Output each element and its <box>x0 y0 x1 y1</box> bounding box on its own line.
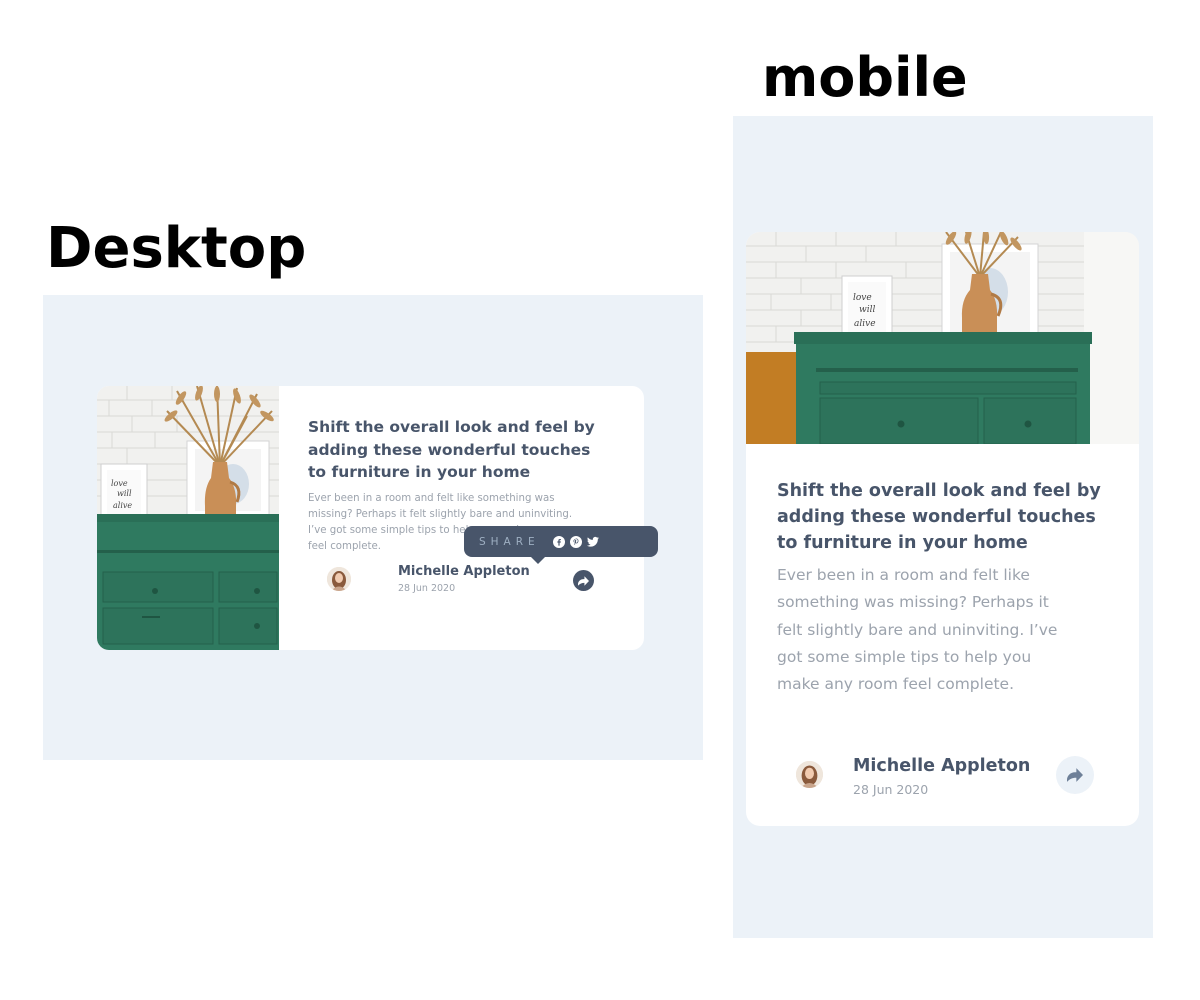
author-date: 28 Jun 2020 <box>398 583 456 594</box>
mobile-label: mobile <box>762 46 968 109</box>
svg-text:will: will <box>859 305 875 315</box>
author-name: Michelle Appleton <box>853 756 1031 776</box>
svg-text:alive: alive <box>854 319 876 329</box>
article-title: Shift the overall look and feel by addin… <box>308 418 595 481</box>
share-tooltip: SHARE <box>464 526 658 564</box>
svg-text:alive: alive <box>113 501 132 510</box>
twitter-icon[interactable] <box>586 536 599 548</box>
share-button[interactable] <box>1056 756 1094 794</box>
article-card-desktop: love will alive Shift the overall look a… <box>97 386 644 650</box>
svg-text:love: love <box>111 479 128 488</box>
share-button-active[interactable] <box>573 570 594 591</box>
svg-text:love: love <box>853 293 872 303</box>
share-label: SHARE <box>479 535 540 548</box>
author-avatar <box>796 761 823 788</box>
author-name: Michelle Appleton <box>398 564 530 579</box>
desktop-label: Desktop <box>46 216 307 281</box>
facebook-icon[interactable] <box>552 535 565 548</box>
svg-text:will: will <box>117 489 132 498</box>
article-card-mobile: love will alive Shift the overall look a… <box>746 232 1139 826</box>
author-date: 28 Jun 2020 <box>853 782 929 797</box>
share-arrow-icon <box>1067 768 1083 782</box>
article-excerpt: Ever been in a room and felt like someth… <box>777 566 1058 694</box>
article-title: Shift the overall look and feel by addin… <box>777 481 1101 553</box>
share-arrow-icon <box>578 575 589 586</box>
article-photo-drawers: love will alive <box>97 386 279 650</box>
pinterest-icon[interactable] <box>569 535 582 548</box>
author-avatar <box>327 567 351 591</box>
mobile-preview-panel: love will alive Shift the overall look a… <box>733 116 1153 938</box>
article-photo-drawers: love will alive <box>746 232 1139 444</box>
